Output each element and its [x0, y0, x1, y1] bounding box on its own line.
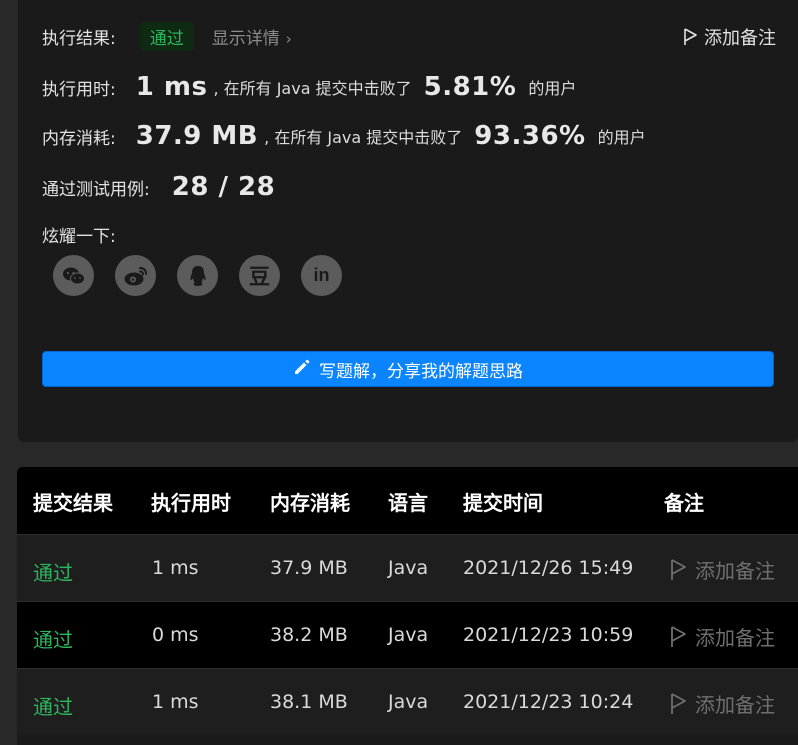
runtime-label: 执行用时:: [42, 79, 116, 100]
add-note-button[interactable]: 添加备注: [682, 24, 776, 50]
linkedin-icon[interactable]: in: [301, 255, 342, 296]
pencil-icon: [293, 358, 311, 381]
douban-icon[interactable]: 豆: [239, 255, 280, 296]
table-header: 提交结果 执行用时 内存消耗 语言 提交时间 备注: [17, 467, 798, 534]
row-memory: 37.9 MB: [270, 557, 348, 579]
status-badge: 通过: [139, 22, 194, 51]
share-label: 炫耀一下:: [42, 227, 116, 247]
row-runtime: 1 ms: [152, 557, 199, 579]
table-row[interactable]: 通过 1 ms 38.1 MB Java 2021/12/23 10:24 添加…: [17, 668, 798, 735]
row-status[interactable]: 通过: [33, 691, 73, 720]
row-add-note-button[interactable]: 添加备注: [669, 689, 775, 718]
row-time: 2021/12/26 15:49: [463, 557, 634, 579]
share-row: 炫耀一下:: [42, 222, 116, 247]
write-solution-button[interactable]: 写题解，分享我的解题思路: [42, 351, 774, 387]
row-time: 2021/12/23 10:59: [463, 624, 634, 646]
runtime-row: 执行用时: 1 ms , 在所有 Java 提交中击败了 5.81% 的用户: [42, 72, 576, 102]
row-add-note-button[interactable]: 添加备注: [669, 555, 775, 584]
row-time: 2021/12/23 10:24: [463, 691, 634, 713]
flag-icon: [671, 692, 686, 714]
runtime-value: 1 ms: [135, 72, 208, 102]
memory-label: 内存消耗:: [42, 128, 116, 149]
row-note-label: 添加备注: [695, 626, 775, 650]
row-note-label: 添加备注: [695, 693, 775, 717]
header-memory: 内存消耗: [270, 491, 350, 515]
show-details-link[interactable]: 显示详情 ›: [212, 24, 292, 49]
header-runtime: 执行用时: [151, 491, 231, 515]
runtime-beat-text: , 在所有 Java 提交中击败了: [213, 79, 412, 98]
header-language: 语言: [388, 491, 428, 515]
qq-icon[interactable]: [177, 255, 218, 296]
row-runtime: 0 ms: [152, 624, 199, 646]
weibo-icon[interactable]: [115, 255, 156, 296]
row-language: Java: [388, 557, 429, 579]
table-row[interactable]: 通过 1 ms 37.9 MB Java 2021/12/26 15:49 添加…: [17, 534, 798, 601]
result-row: 执行结果: 通过 显示详情 ›: [42, 22, 292, 51]
row-status[interactable]: 通过: [33, 557, 73, 586]
write-solution-label: 写题解，分享我的解题思路: [319, 361, 523, 382]
row-memory: 38.1 MB: [270, 691, 348, 713]
show-details-label: 显示详情: [211, 29, 280, 49]
memory-value: 37.9 MB: [135, 121, 259, 151]
flag-icon: [671, 558, 686, 580]
tests-label: 通过测试用例:: [42, 179, 150, 200]
flag-icon: [682, 28, 698, 46]
header-status: 提交结果: [33, 491, 113, 515]
runtime-suffix: 的用户: [528, 79, 577, 98]
tests-value: 28 / 28: [171, 172, 276, 202]
memory-row: 内存消耗: 37.9 MB , 在所有 Java 提交中击败了 93.36% 的…: [42, 121, 646, 151]
runtime-percent: 5.81%: [423, 72, 517, 102]
tests-row: 通过测试用例: 28 / 28: [42, 172, 275, 202]
add-note-label: 添加备注: [704, 28, 776, 49]
share-icons: 豆 in: [53, 255, 342, 296]
header-time: 提交时间: [463, 491, 543, 515]
header-note: 备注: [664, 491, 704, 515]
submissions-table: 提交结果 执行用时 内存消耗 语言 提交时间 备注 通过 1 ms 37.9 M…: [17, 467, 798, 745]
row-language: Java: [388, 624, 429, 646]
douban-glyph: 豆: [249, 264, 270, 289]
wechat-icon[interactable]: [53, 255, 94, 296]
table-row[interactable]: 通过 0 ms 38.2 MB Java 2021/12/23 10:59 添加…: [17, 601, 798, 668]
row-memory: 38.2 MB: [270, 624, 348, 646]
row-language: Java: [388, 691, 429, 713]
row-runtime: 1 ms: [152, 691, 199, 713]
submission-result-panel: 执行结果: 通过 显示详情 › 添加备注 执行用时: 1 ms , 在所有 Jav…: [18, 0, 798, 442]
chevron-right-icon: ›: [285, 30, 292, 48]
result-label: 执行结果:: [42, 29, 116, 49]
memory-percent: 93.36%: [474, 121, 586, 151]
memory-beat-text: , 在所有 Java 提交中击败了: [264, 128, 463, 147]
row-status[interactable]: 通过: [33, 624, 73, 653]
linkedin-glyph: in: [313, 265, 330, 285]
memory-suffix: 的用户: [597, 128, 646, 147]
row-note-label: 添加备注: [695, 559, 775, 583]
flag-icon: [671, 625, 686, 647]
row-add-note-button[interactable]: 添加备注: [669, 622, 775, 651]
